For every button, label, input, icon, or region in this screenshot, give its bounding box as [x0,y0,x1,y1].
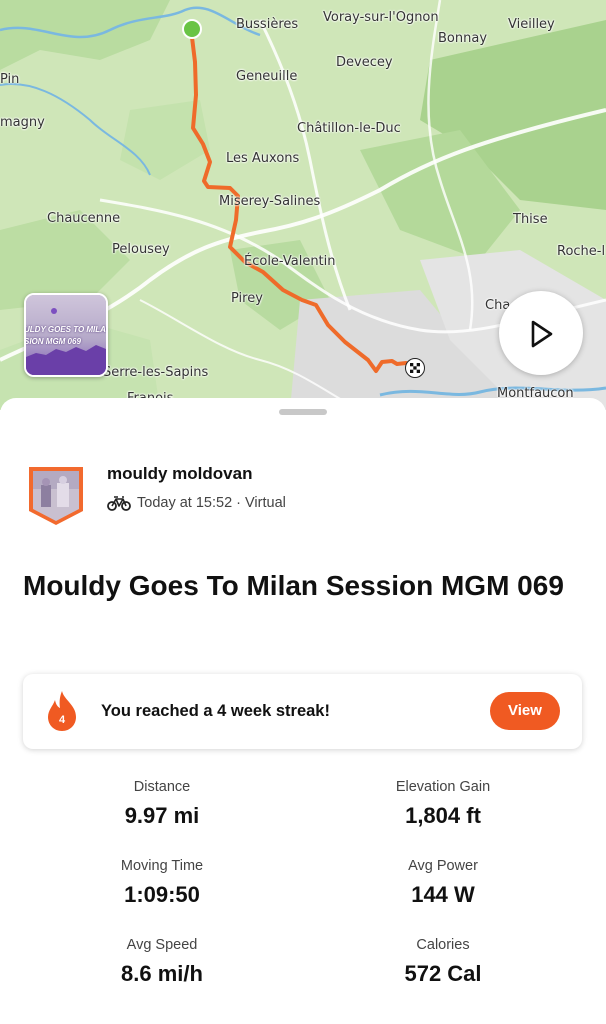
stat-label: Avg Speed [126,937,198,953]
map-label: magny [0,115,45,130]
start-marker [182,19,202,39]
streak-count: 4 [58,714,66,726]
stat-value: 8.6 mi/h [121,961,203,986]
stat-value: 1:09:50 [124,882,200,907]
stat-value: 1,804 ft [405,803,481,828]
stat-moving-time: Moving Time 1:09:50 [42,858,282,908]
play-icon [531,320,553,348]
activity-photo-thumbnail[interactable]: ULDY GOES TO MILAN SION MGM 069 [24,293,108,377]
stat-label: Calories [416,937,470,953]
map-label: Pelousey [112,242,170,257]
thumbnail-subtitle-text: SION MGM 069 [24,337,81,346]
finish-flag-icon [405,358,425,378]
thumbnail-route-graphic [26,308,106,375]
athlete-name[interactable]: mouldy moldovan [107,464,252,484]
map-label: École-Valentin [244,254,336,269]
map-label: Châtillon-le-Duc [297,121,401,136]
stat-elevation-gain: Elevation Gain 1,804 ft [323,779,563,829]
map-label: Serre-les-Sapins [103,365,209,380]
map-label: Bonnay [438,31,488,46]
map-label: Vieilley [508,17,555,32]
map-label: Devecey [336,55,393,70]
map-label: Geneuille [236,69,298,84]
activity-meta: Today at 15:52 · Virtual [107,495,286,511]
map-label: Roche-l [557,244,606,259]
activity-detail-sheet: mouldy moldovan Today at 15:52 · Virtual… [0,398,606,1024]
stat-value: 572 Cal [404,961,482,986]
stat-label: Elevation Gain [395,779,491,795]
map-label: Bussières [236,17,299,32]
stat-label: Moving Time [120,858,204,874]
play-flyover-button[interactable] [499,291,583,375]
stat-avg-speed: Avg Speed 8.6 mi/h [42,937,282,987]
stat-calories: Calories 572 Cal [323,937,563,987]
thumbnail-title-text: ULDY GOES TO MILAN [24,325,108,334]
stat-label: Distance [133,779,191,795]
activity-time-type: Today at 15:52 · Virtual [137,495,286,511]
map-label: Pin [0,72,20,87]
bike-icon [107,496,131,511]
stat-avg-power: Avg Power 144 W [323,858,563,908]
map-label: Miserey-Salines [219,194,321,209]
activity-title: Mouldy Goes To Milan Session MGM 069 [23,570,564,601]
route-map[interactable]: Bussières Voray-sur-l'Ognon Vieilley Bon… [0,0,606,410]
map-label: Pirey [231,291,263,306]
view-streak-button[interactable]: View [490,692,560,730]
streak-message: You reached a 4 week streak! [101,702,330,720]
map-label: Voray-sur-l'Ognon [323,10,439,25]
athlete-avatar[interactable] [27,465,85,527]
stat-label: Avg Power [408,858,478,874]
map-label: Chaucenne [47,211,121,226]
sheet-drag-handle[interactable] [279,409,327,415]
stat-distance: Distance 9.97 mi [42,779,282,829]
stat-value: 144 W [411,882,475,907]
stat-value: 9.97 mi [124,803,200,828]
map-label: Les Auxons [226,151,300,166]
athlete-avatar-image [29,467,83,525]
map-label: Thise [513,212,548,227]
streak-card[interactable]: 4 You reached a 4 week streak! View [23,674,582,749]
